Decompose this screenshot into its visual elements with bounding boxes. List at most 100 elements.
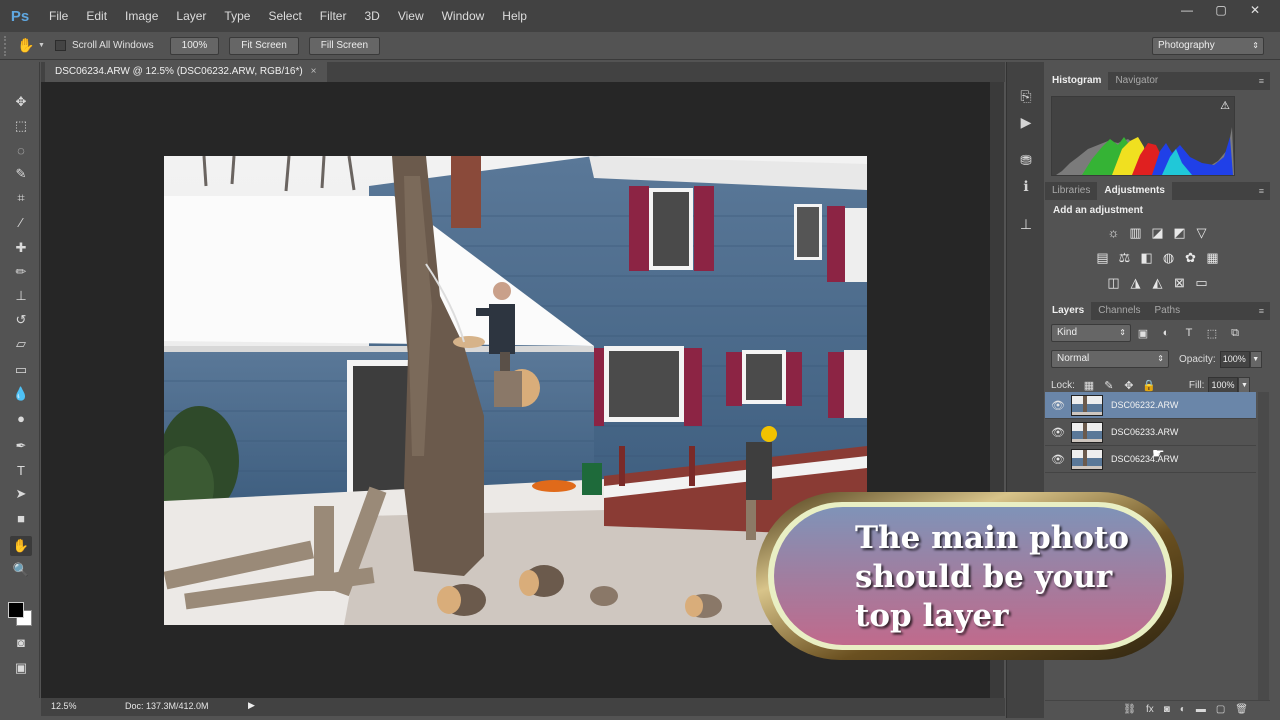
panel-menu-icon[interactable]: ≡ xyxy=(1259,182,1264,200)
history-brush-tool-icon[interactable]: ↺ xyxy=(10,310,32,330)
document-tab[interactable]: DSC06234.ARW @ 12.5% (DSC06232.ARW, RGB/… xyxy=(45,62,327,82)
tab-layers[interactable]: Layers xyxy=(1045,302,1092,320)
blend-mode-select[interactable]: Normal ⇕ xyxy=(1051,350,1169,368)
black-white-icon[interactable]: ◧ xyxy=(1138,249,1156,267)
gradient-map-icon[interactable]: ▭ xyxy=(1193,274,1211,292)
link-layers-icon[interactable]: ⛓ xyxy=(1123,704,1136,715)
clone-source-panel-icon[interactable]: ⊥ xyxy=(1016,214,1036,234)
menu-edit[interactable]: Edit xyxy=(77,0,116,32)
quick-mask-icon[interactable]: ◙ xyxy=(10,632,32,652)
path-select-tool-icon[interactable]: ➤ xyxy=(10,484,32,504)
channel-mixer-icon[interactable]: ✿ xyxy=(1182,249,1200,267)
opacity-dropdown-icon[interactable]: ▼ xyxy=(1249,350,1262,368)
tab-histogram[interactable]: Histogram xyxy=(1045,72,1109,90)
menu-file[interactable]: File xyxy=(40,0,77,32)
fill-field[interactable]: 100% xyxy=(1208,376,1239,394)
lock-position-icon[interactable]: ✥ xyxy=(1119,379,1139,392)
type-tool-icon[interactable]: T xyxy=(10,460,32,480)
move-tool-icon[interactable]: ✥ xyxy=(10,92,32,112)
panel-menu-icon[interactable]: ≡ xyxy=(1259,302,1264,320)
close-window-button[interactable]: ✕ xyxy=(1238,0,1272,20)
zoom-100-button[interactable]: 100% xyxy=(169,36,220,55)
close-tab-icon[interactable]: × xyxy=(311,62,317,82)
exposure-icon[interactable]: ◩ xyxy=(1171,224,1189,242)
opacity-field[interactable]: 100% xyxy=(1219,350,1250,368)
layer-name[interactable]: DSC06233.ARW xyxy=(1111,427,1178,437)
layer-name[interactable]: DSC06232.ARW xyxy=(1111,400,1178,410)
info-panel-icon[interactable]: ℹ xyxy=(1016,176,1036,196)
vibrance-icon[interactable]: ▽ xyxy=(1193,224,1211,242)
menu-3d[interactable]: 3D xyxy=(355,0,388,32)
workspace-select[interactable]: Photography ⇕ xyxy=(1152,37,1264,55)
pen-tool-icon[interactable]: ✒ xyxy=(10,436,32,456)
zoom-level-field[interactable]: 12.5% xyxy=(51,701,77,711)
menu-help[interactable]: Help xyxy=(493,0,536,32)
status-menu-arrow-icon[interactable]: ▶ xyxy=(248,700,255,711)
delete-layer-icon[interactable]: 🗑 xyxy=(1235,704,1248,715)
fill-screen-button[interactable]: Fill Screen xyxy=(308,36,381,55)
layer-row[interactable]: 👁 DSC06234.ARW xyxy=(1045,446,1256,473)
blur-tool-icon[interactable]: 💧 xyxy=(10,384,32,404)
layers-scrollbar[interactable] xyxy=(1258,392,1269,702)
new-layer-icon[interactable]: ▢ xyxy=(1216,704,1225,715)
shape-layer-filter-icon[interactable]: ⬚ xyxy=(1201,327,1223,340)
crop-tool-icon[interactable]: ⌗ xyxy=(10,188,32,208)
layer-row[interactable]: 👁 DSC06232.ARW xyxy=(1045,392,1256,419)
fill-dropdown-icon[interactable]: ▼ xyxy=(1238,376,1251,394)
restore-button[interactable]: ▢ xyxy=(1204,0,1238,20)
layer-kind-select[interactable]: Kind ⇕ xyxy=(1051,324,1131,342)
posterize-icon[interactable]: ◮ xyxy=(1127,274,1145,292)
levels-icon[interactable]: ▥ xyxy=(1127,224,1145,242)
pixel-layer-filter-icon[interactable]: ▣ xyxy=(1132,327,1154,340)
layer-style-icon[interactable]: fx xyxy=(1146,704,1154,715)
invert-icon[interactable]: ◫ xyxy=(1105,274,1123,292)
tab-paths[interactable]: Paths xyxy=(1148,302,1188,320)
dodge-tool-icon[interactable]: ● xyxy=(10,408,32,428)
menu-layer[interactable]: Layer xyxy=(167,0,215,32)
layer-name[interactable]: DSC06234.ARW xyxy=(1111,454,1178,464)
fit-screen-button[interactable]: Fit Screen xyxy=(229,36,299,55)
menu-type[interactable]: Type xyxy=(215,0,259,32)
scroll-all-windows-checkbox[interactable] xyxy=(54,40,66,51)
screen-mode-icon[interactable]: ▣ xyxy=(10,658,32,678)
new-adjustment-icon[interactable]: ◐ xyxy=(1180,704,1186,715)
threshold-icon[interactable]: ◭ xyxy=(1149,274,1167,292)
lasso-tool-icon[interactable]: ◌ xyxy=(10,140,32,160)
lock-all-icon[interactable]: 🔒 xyxy=(1139,379,1159,392)
tab-libraries[interactable]: Libraries xyxy=(1045,182,1097,200)
minimize-button[interactable]: — xyxy=(1170,0,1204,20)
history-panel-icon[interactable]: ⎘ xyxy=(1016,86,1036,106)
type-layer-filter-icon[interactable]: T xyxy=(1178,327,1200,339)
color-balance-icon[interactable]: ⚖ xyxy=(1116,249,1134,267)
photo-filter-icon[interactable]: ◍ xyxy=(1160,249,1178,267)
menu-filter[interactable]: Filter xyxy=(311,0,356,32)
visibility-eye-icon[interactable]: 👁 xyxy=(1045,399,1071,412)
hue-saturation-icon[interactable]: ▤ xyxy=(1094,249,1112,267)
lock-transparent-icon[interactable]: ▦ xyxy=(1079,379,1099,392)
shape-tool-icon[interactable]: ■ xyxy=(10,508,32,528)
menu-window[interactable]: Window xyxy=(433,0,494,32)
layer-mask-icon[interactable]: ◙ xyxy=(1164,704,1170,715)
chevron-down-icon[interactable]: ▼ xyxy=(38,42,45,49)
actions-panel-icon[interactable]: ▶ xyxy=(1016,112,1036,132)
brush-tool-icon[interactable]: ✏ xyxy=(10,262,32,282)
layer-row[interactable]: 👁 DSC06233.ARW xyxy=(1045,419,1256,446)
tab-adjustments[interactable]: Adjustments xyxy=(1097,182,1172,200)
eraser-tool-icon[interactable]: ▱ xyxy=(10,334,32,354)
foreground-color-swatch[interactable] xyxy=(8,602,24,618)
color-lookup-icon[interactable]: ▦ xyxy=(1204,249,1222,267)
quick-select-tool-icon[interactable]: ✎ xyxy=(10,164,32,184)
visibility-eye-icon[interactable]: 👁 xyxy=(1045,426,1071,439)
brush-presets-panel-icon[interactable]: ⛃ xyxy=(1016,150,1036,170)
tab-navigator[interactable]: Navigator xyxy=(1108,72,1165,90)
brightness-contrast-icon[interactable]: ☼ xyxy=(1105,224,1123,242)
hand-tool-icon[interactable]: ✋ xyxy=(10,536,32,556)
clone-stamp-tool-icon[interactable]: ⊥ xyxy=(10,286,32,306)
marquee-tool-icon[interactable]: ⬚ xyxy=(10,116,32,136)
tab-channels[interactable]: Channels xyxy=(1091,302,1147,320)
zoom-tool-icon[interactable]: 🔍 xyxy=(10,560,32,580)
options-grip[interactable] xyxy=(4,35,14,56)
curves-icon[interactable]: ◪ xyxy=(1149,224,1167,242)
healing-brush-tool-icon[interactable]: ✚ xyxy=(10,238,32,258)
menu-image[interactable]: Image xyxy=(116,0,167,32)
